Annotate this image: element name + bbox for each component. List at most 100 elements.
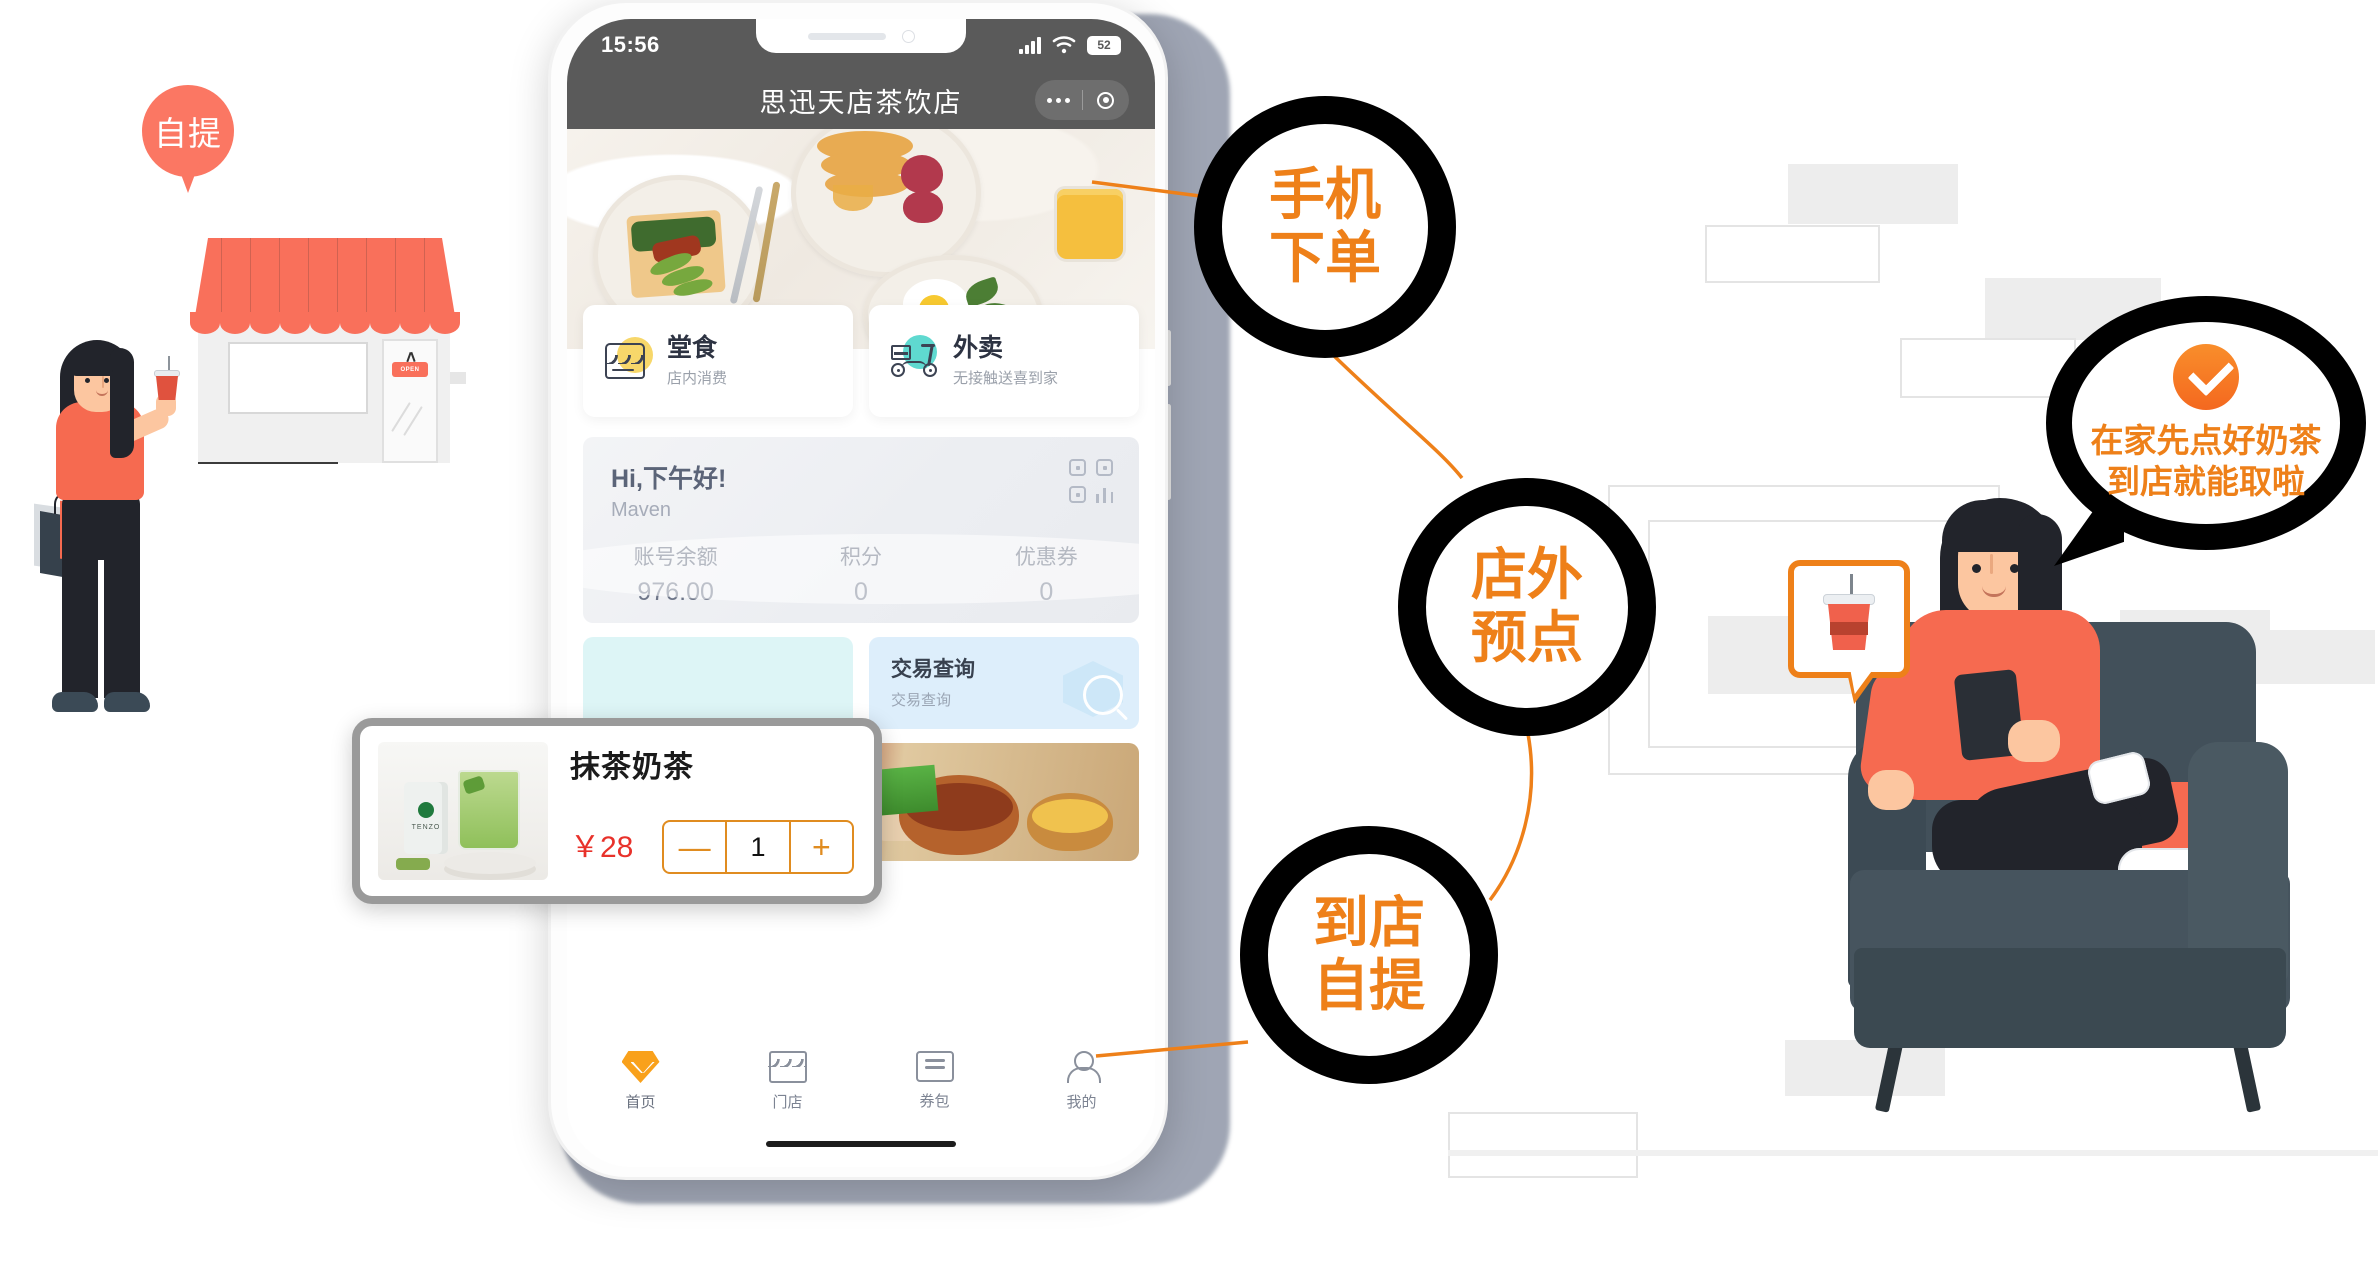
tile-left[interactable] bbox=[583, 637, 853, 729]
service-card-delivery[interactable]: 外卖 无接触送喜到家 bbox=[869, 305, 1139, 417]
miniprogram-capsule[interactable] bbox=[1035, 80, 1129, 120]
page-title: 思迅天店茶饮店 bbox=[759, 87, 963, 118]
greeting-text: Hi,下午好! bbox=[611, 465, 727, 493]
cup-body bbox=[156, 376, 178, 400]
bg-block-8 bbox=[1448, 1112, 1638, 1178]
more-menu-icon[interactable] bbox=[1035, 97, 1082, 103]
callout-line2: 自提 bbox=[1313, 954, 1425, 1017]
signal-icon bbox=[1019, 36, 1041, 54]
product-popup-card[interactable]: TENZO 抹茶奶茶 ￥28 — 1 + bbox=[352, 718, 882, 904]
woman2-hand-right bbox=[2008, 720, 2060, 762]
woman2-hand-left bbox=[1868, 770, 1914, 810]
search-icon bbox=[1083, 675, 1123, 715]
drink-cup-icon bbox=[1823, 574, 1875, 652]
stat-label: 优惠券 bbox=[1014, 546, 1078, 569]
woman1-shoe-left bbox=[52, 692, 98, 712]
awning-stripes bbox=[195, 238, 455, 316]
tab-profile[interactable]: 我的 bbox=[1008, 1051, 1155, 1112]
product-name: 抹茶奶茶 bbox=[570, 751, 694, 784]
standing-woman-illustration bbox=[34, 340, 198, 740]
stat-value: 0 bbox=[1039, 578, 1054, 606]
woman1-eye-left bbox=[85, 378, 90, 383]
store-ground-line bbox=[198, 462, 338, 464]
service-card-dinein[interactable]: 堂食 店内消费 bbox=[583, 305, 853, 417]
scooter-wheel-left bbox=[891, 363, 905, 377]
woman1-leg-split bbox=[98, 560, 104, 698]
callout-line1: 手机 bbox=[1269, 163, 1381, 227]
close-target-icon[interactable] bbox=[1083, 91, 1130, 109]
increase-quantity-button[interactable]: + bbox=[791, 822, 852, 872]
speech-bubble: 在家先点好奶茶 到店就能取啦 bbox=[2046, 296, 2366, 550]
front-camera bbox=[901, 29, 915, 43]
decrease-quantity-button[interactable]: — bbox=[664, 822, 725, 872]
cup2-lid bbox=[1823, 594, 1875, 605]
quick-tiles-row: 交易查询 交易查询 bbox=[583, 637, 1139, 729]
callout-line1: 到店 bbox=[1313, 891, 1425, 955]
tab-label: 首页 bbox=[625, 1094, 656, 1111]
woman2-brow-left bbox=[1966, 548, 1990, 552]
woman2-eye-left bbox=[1972, 564, 1981, 573]
drink-thought-box bbox=[1788, 560, 1910, 678]
user-icon bbox=[1065, 1051, 1101, 1083]
bg-block-2 bbox=[1705, 225, 1880, 283]
account-card[interactable]: Hi,下午好! Maven 账号余额 976.00 积分 0 优惠券 0 bbox=[583, 437, 1139, 623]
open-sign-label: OPEN bbox=[400, 366, 420, 373]
sofa-leg-right bbox=[2232, 1041, 2262, 1113]
tab-label: 我的 bbox=[1066, 1094, 1097, 1111]
qr-code-icon[interactable] bbox=[1069, 459, 1113, 503]
sofa-base bbox=[1854, 948, 2286, 1048]
tile-transaction-query[interactable]: 交易查询 交易查询 bbox=[869, 637, 1139, 729]
cup2-band bbox=[1830, 622, 1868, 635]
sofa-arm-right bbox=[2188, 742, 2288, 982]
sofa-leg-left bbox=[1874, 1041, 1904, 1113]
tab-stores[interactable]: 门店 bbox=[714, 1051, 861, 1112]
open-sign: OPEN bbox=[392, 362, 428, 377]
tab-label: 券包 bbox=[919, 1093, 950, 1110]
quantity-value[interactable]: 1 bbox=[725, 822, 791, 872]
matcha-glass bbox=[458, 770, 520, 850]
service-subtitle: 店内消费 bbox=[667, 370, 728, 388]
service-card-delivery-text: 外卖 无接触送喜到家 bbox=[953, 334, 1058, 389]
app-navbar: 思迅天店茶饮店 bbox=[567, 71, 1155, 129]
stat-value: 976.00 bbox=[637, 578, 714, 606]
woman1-eye-right bbox=[104, 378, 109, 383]
woman2-nose bbox=[1990, 554, 1993, 574]
quantity-stepper[interactable]: — 1 + bbox=[662, 820, 854, 874]
store-door bbox=[382, 339, 438, 463]
status-time: 15:56 bbox=[601, 32, 660, 57]
fig-1 bbox=[901, 155, 943, 193]
scooter-wheel-right bbox=[923, 363, 937, 377]
callout-text: 到店 自提 bbox=[1313, 892, 1425, 1017]
product-image: TENZO bbox=[378, 742, 548, 880]
woman1-brow-left bbox=[82, 370, 95, 372]
callout-preorder-offsite: 店外 预点 bbox=[1398, 478, 1656, 736]
service-title: 外卖 bbox=[953, 333, 1004, 362]
tab-coupons[interactable]: 券包 bbox=[861, 1051, 1008, 1111]
fig-2 bbox=[903, 191, 943, 223]
status-indicators: 52 bbox=[1019, 35, 1121, 55]
woman1-hair-side bbox=[110, 348, 134, 458]
storefront-illustration: OPEN bbox=[20, 130, 490, 750]
bg-block-5 bbox=[1900, 338, 2076, 398]
phone-device: 15:56 52 思迅天店茶饮店 堂食 店内消费 外卖 无接触送喜到家 Hi,下… bbox=[548, 0, 1168, 1180]
earpiece-speaker bbox=[807, 32, 886, 40]
callout-line2: 下单 bbox=[1269, 226, 1381, 289]
awning-scallops bbox=[190, 312, 460, 334]
woman1-brow-right bbox=[100, 370, 113, 372]
scooter-box bbox=[891, 345, 911, 360]
woman2-brow-right bbox=[2002, 548, 2026, 552]
held-drink-cup bbox=[154, 356, 180, 400]
stat-points[interactable]: 积分 0 bbox=[768, 541, 953, 607]
stat-coupons[interactable]: 优惠券 0 bbox=[954, 541, 1139, 607]
diamond-icon bbox=[621, 1051, 660, 1083]
illustration-stage: 自提 OPEN 15:56 52 思迅天店茶饮店 堂食 店内消费 外卖 无接触送… bbox=[0, 0, 2378, 1274]
wifi-icon bbox=[1052, 36, 1076, 54]
tab-home[interactable]: 首页 bbox=[567, 1051, 714, 1112]
product-plate bbox=[444, 852, 536, 874]
woman1-shoe-right bbox=[104, 692, 150, 712]
scooter-icon bbox=[891, 335, 939, 383]
honey-drip bbox=[833, 185, 873, 211]
stat-balance[interactable]: 账号余额 976.00 bbox=[583, 541, 768, 607]
coupon-icon bbox=[915, 1051, 954, 1082]
phone-notch bbox=[756, 19, 966, 53]
